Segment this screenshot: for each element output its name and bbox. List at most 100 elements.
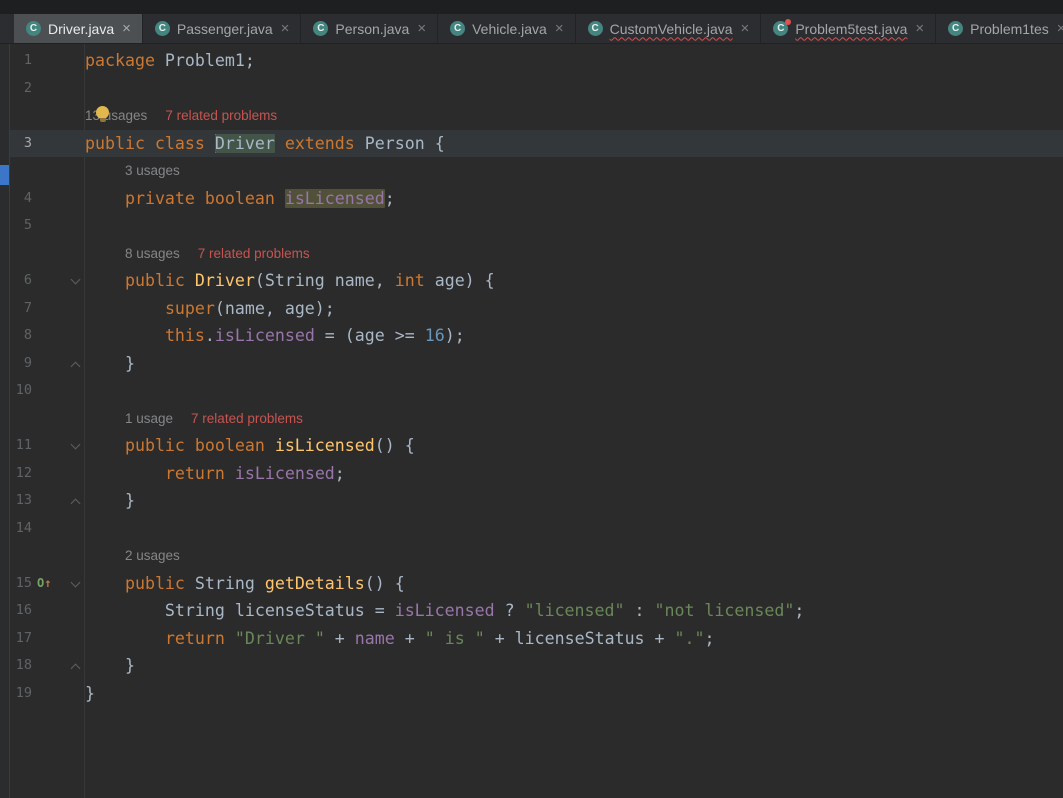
line-number[interactable]: 13 (10, 487, 32, 515)
gutter[interactable]: 2 (10, 75, 85, 103)
editor-tab-problem1tes[interactable]: C Problem1tes × (936, 14, 1063, 43)
editor-tab-customvehicle-java[interactable]: C CustomVehicle.java × (576, 14, 762, 43)
gutter[interactable]: 5 (10, 212, 85, 240)
usages-hint-link[interactable]: 1 usage (125, 411, 173, 426)
gutter[interactable]: 15 O↑ (10, 570, 85, 598)
gutter[interactable]: 9 (10, 350, 85, 378)
code-text[interactable]: } (85, 350, 1063, 378)
intention-bulb-icon[interactable] (96, 106, 109, 122)
gutter[interactable] (10, 157, 85, 185)
code-area[interactable]: 1 package Problem1; 2 13 usages 7 related pr… (10, 47, 1063, 707)
fold-region-start-icon[interactable] (70, 577, 81, 587)
error-badge-icon (785, 19, 792, 25)
line-number[interactable]: 9 (10, 350, 32, 378)
line-number[interactable]: 15 (10, 570, 32, 598)
editor-tab-problem5test-java[interactable]: C Problem5test.java × (761, 14, 937, 43)
line-number[interactable]: 19 (10, 680, 32, 708)
code-text[interactable]: public boolean isLicensed() { (85, 432, 1063, 460)
fold-region-start-icon[interactable] (70, 274, 81, 285)
gutter[interactable] (10, 405, 85, 433)
code-text[interactable]: this.isLicensed = (age >= 16); (85, 322, 1063, 350)
related-problems-link[interactable]: 7 related problems (165, 108, 277, 123)
code-text[interactable] (85, 377, 1063, 405)
overrides-method-icon[interactable]: O↑ (37, 570, 51, 598)
line-number[interactable]: 14 (10, 515, 32, 543)
line-number[interactable]: 7 (10, 295, 32, 323)
gutter[interactable]: 4 (10, 185, 85, 213)
inlay-hints[interactable]: 2 usages (85, 542, 1063, 570)
line-number[interactable]: 17 (10, 625, 32, 653)
tab-close-icon[interactable]: × (741, 20, 750, 37)
line-number[interactable]: 10 (10, 377, 32, 405)
gutter[interactable]: 1 (10, 47, 85, 75)
line-number[interactable]: 11 (10, 432, 32, 460)
fold-region-start-icon[interactable] (70, 439, 81, 450)
gutter[interactable]: 10 (10, 377, 85, 405)
line-number[interactable]: 1 (10, 47, 32, 75)
code-text[interactable] (85, 212, 1063, 240)
gutter[interactable] (10, 102, 85, 130)
editor-tab-passenger-java[interactable]: C Passenger.java × (143, 14, 302, 43)
tab-close-icon[interactable]: × (1057, 20, 1063, 37)
inlay-hints[interactable]: 3 usages (85, 157, 1063, 185)
gutter[interactable]: 19 (10, 680, 85, 708)
line-number[interactable]: 5 (10, 212, 32, 240)
gutter[interactable]: 14 (10, 515, 85, 543)
line-number[interactable]: 6 (10, 267, 32, 295)
gutter[interactable]: 18 (10, 652, 85, 680)
code-token: + (324, 628, 355, 648)
fold-region-end-icon[interactable] (70, 361, 81, 371)
code-text[interactable]: private boolean isLicensed; (85, 185, 1063, 213)
code-text[interactable]: } (85, 680, 1063, 708)
gutter[interactable]: 11 (10, 432, 85, 460)
code-text[interactable]: return "Driver " + name + " is " + licen… (85, 625, 1063, 653)
line-number[interactable]: 2 (10, 75, 32, 103)
gutter[interactable]: 7 (10, 295, 85, 323)
line-number[interactable]: 8 (10, 322, 32, 350)
tab-close-icon[interactable]: × (281, 20, 290, 37)
line-number[interactable]: 16 (10, 597, 32, 625)
gutter[interactable]: 8 (10, 322, 85, 350)
fold-region-end-icon[interactable] (70, 498, 81, 509)
fold-region-end-icon[interactable] (70, 663, 81, 674)
tab-close-icon[interactable]: × (915, 20, 924, 37)
related-problems-link[interactable]: 7 related problems (191, 411, 303, 426)
code-text[interactable]: public Driver(String name, int age) { (85, 267, 1063, 295)
line-number[interactable]: 12 (10, 460, 32, 488)
gutter[interactable]: 13 (10, 487, 85, 515)
code-text[interactable]: String licenseStatus = isLicensed ? "lic… (85, 597, 1063, 625)
code-text[interactable] (85, 75, 1063, 103)
code-text[interactable]: public String getDetails() { (85, 570, 1063, 598)
usages-hint-link[interactable]: 13 usages (85, 108, 147, 123)
gutter[interactable] (10, 542, 85, 570)
code-text[interactable]: return isLicensed; (85, 460, 1063, 488)
gutter[interactable]: 16 (10, 597, 85, 625)
inlay-hints[interactable]: 1 usage 7 related problems (85, 405, 1063, 433)
code-text[interactable]: super(name, age); (85, 295, 1063, 323)
line-number[interactable]: 3 (10, 130, 32, 158)
related-problems-link[interactable]: 7 related problems (198, 246, 310, 261)
gutter[interactable]: 6 (10, 267, 85, 295)
gutter[interactable]: 3 (10, 130, 85, 158)
tab-close-icon[interactable]: × (555, 20, 564, 37)
editor-tab-vehicle-java[interactable]: C Vehicle.java × (438, 14, 576, 43)
code-text[interactable] (85, 515, 1063, 543)
gutter[interactable]: 17 (10, 625, 85, 653)
line-number[interactable]: 18 (10, 652, 32, 680)
inlay-hints[interactable]: 13 usages 7 related problems (85, 102, 1063, 130)
inlay-hints[interactable]: 8 usages 7 related problems (85, 240, 1063, 268)
editor-tab-person-java[interactable]: C Person.java × (301, 14, 439, 43)
code-text[interactable]: } (85, 487, 1063, 515)
usages-hint-link[interactable]: 3 usages (125, 163, 180, 178)
code-text[interactable]: public class Driver extends Person { (85, 130, 1063, 158)
gutter[interactable] (10, 240, 85, 268)
tab-close-icon[interactable]: × (122, 20, 131, 37)
editor-tab-driver-java[interactable]: C Driver.java × (14, 14, 143, 43)
code-text[interactable]: package Problem1; (85, 47, 1063, 75)
usages-hint-link[interactable]: 2 usages (125, 548, 180, 563)
code-text[interactable]: } (85, 652, 1063, 680)
tab-close-icon[interactable]: × (417, 20, 426, 37)
gutter[interactable]: 12 (10, 460, 85, 488)
usages-hint-link[interactable]: 8 usages (125, 246, 180, 261)
line-number[interactable]: 4 (10, 185, 32, 213)
